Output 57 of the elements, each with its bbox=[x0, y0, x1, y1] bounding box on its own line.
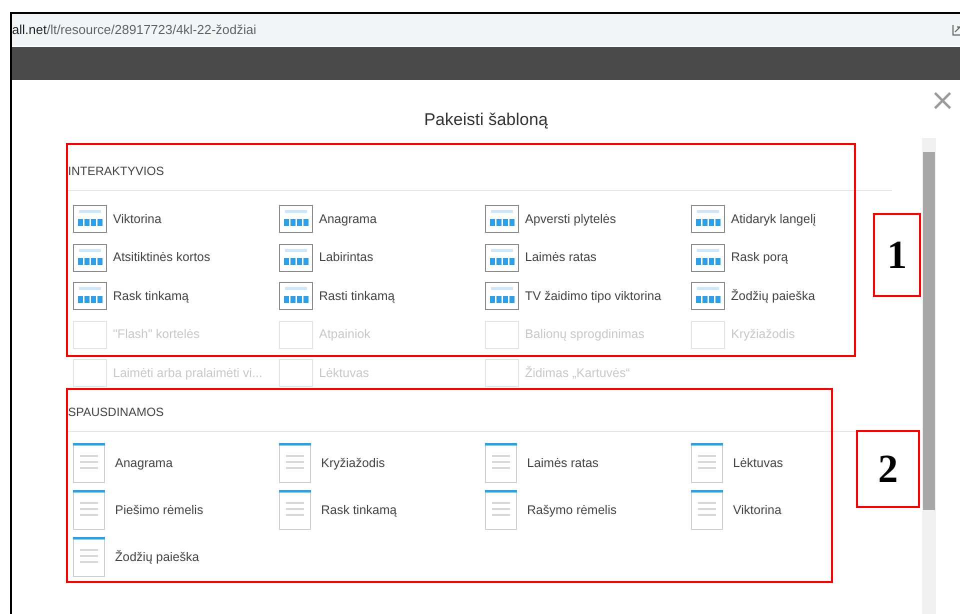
tiles-thumbnail-icon bbox=[485, 205, 519, 234]
template-option[interactable]: Žodžių paieška bbox=[73, 534, 200, 580]
document-icon bbox=[73, 490, 105, 530]
template-option[interactable]: Viktorina bbox=[691, 486, 782, 534]
document-icon bbox=[73, 443, 105, 483]
template-option[interactable]: Piešimo rėmelis bbox=[73, 486, 204, 534]
tiles-thumbnail-icon bbox=[485, 282, 519, 310]
document-icon bbox=[691, 490, 723, 530]
template-option[interactable]: Rašymo rėmelis bbox=[485, 486, 617, 534]
template-option[interactable]: Atidaryk langelį bbox=[691, 200, 816, 238]
document-icon bbox=[279, 443, 311, 483]
template-option[interactable]: Apversti plytelės bbox=[485, 200, 616, 238]
blank-thumbnail-icon bbox=[73, 359, 107, 388]
dialog-title: Pakeisti šabloną bbox=[424, 110, 548, 130]
document-icon bbox=[73, 537, 105, 577]
tiles-thumbnail-icon bbox=[73, 205, 107, 234]
template-option[interactable]: Rask tinkamą bbox=[279, 486, 397, 534]
document-icon bbox=[691, 443, 723, 483]
template-option[interactable]: Viktorina bbox=[73, 200, 162, 238]
tiles-thumbnail-icon bbox=[279, 282, 313, 310]
blank-thumbnail-icon bbox=[73, 320, 107, 349]
template-option[interactable]: TV žaidimo tipo viktorina bbox=[485, 277, 662, 316]
blank-thumbnail-icon bbox=[279, 359, 313, 388]
share-icon[interactable] bbox=[952, 23, 960, 37]
template-option[interactable]: Atsitiktinės kortos bbox=[73, 238, 210, 277]
template-option[interactable]: Rask porą bbox=[691, 238, 788, 277]
blank-thumbnail-icon bbox=[691, 320, 725, 349]
annotation-number: 1 bbox=[873, 213, 921, 297]
template-option[interactable]: Laimės ratas bbox=[485, 238, 597, 277]
template-option[interactable]: Žodžių paieška bbox=[691, 277, 816, 316]
template-option[interactable]: Anagrama bbox=[73, 440, 173, 486]
document-icon bbox=[485, 443, 517, 483]
annotation-number: 2 bbox=[856, 430, 920, 508]
tiles-thumbnail-icon bbox=[691, 244, 725, 272]
tiles-thumbnail-icon bbox=[691, 282, 725, 310]
tiles-thumbnail-icon bbox=[73, 244, 107, 272]
section-heading: SPAUSDINAMOS bbox=[68, 404, 165, 420]
template-option[interactable]: Kryžiažodis bbox=[279, 440, 385, 486]
tiles-thumbnail-icon bbox=[279, 244, 313, 272]
blank-thumbnail-icon bbox=[485, 320, 519, 349]
scrollbar-thumb[interactable] bbox=[923, 152, 935, 510]
tiles-thumbnail-icon bbox=[279, 205, 313, 234]
address-text[interactable]: all.net/lt/resource/28917723/4kl-22-žodžiai bbox=[12, 20, 256, 40]
template-option[interactable]: Laimės ratas bbox=[485, 440, 599, 486]
document-icon bbox=[279, 490, 311, 530]
tiles-thumbnail-icon bbox=[691, 205, 725, 234]
document-icon bbox=[485, 490, 517, 530]
tiles-thumbnail-icon bbox=[73, 282, 107, 310]
section-heading: INTERAKTYVIOS bbox=[68, 163, 166, 179]
template-option[interactable]: Rasti tinkamą bbox=[279, 277, 395, 316]
template-option[interactable]: Rask tinkamą bbox=[73, 277, 189, 316]
template-option[interactable]: Anagrama bbox=[279, 200, 377, 238]
tiles-thumbnail-icon bbox=[485, 244, 519, 272]
template-option[interactable]: Lėktuvas bbox=[691, 440, 784, 486]
blank-thumbnail-icon bbox=[485, 359, 519, 388]
template-option[interactable]: Labirintas bbox=[279, 238, 374, 277]
blank-thumbnail-icon bbox=[279, 320, 313, 349]
